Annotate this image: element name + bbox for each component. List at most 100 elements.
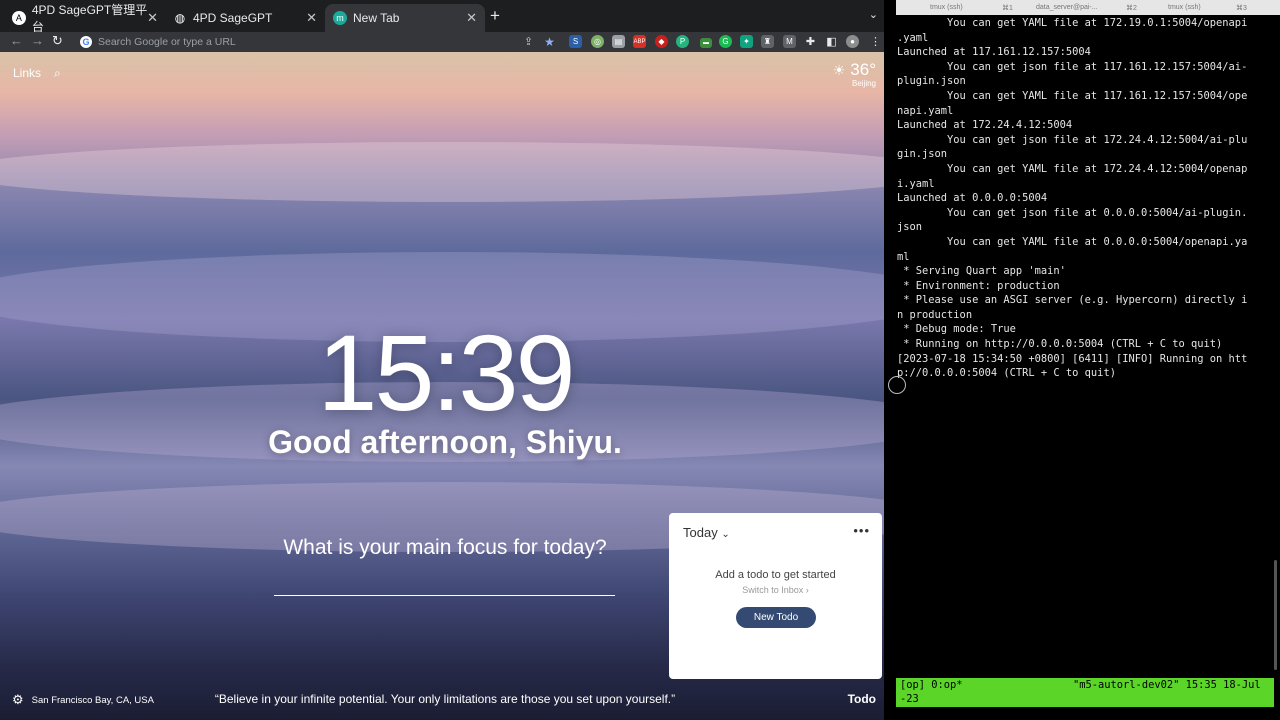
terminal-scrollbar[interactable] [1274,560,1277,670]
terminal-tab-3[interactable]: tmux (ssh) [1168,4,1201,11]
chrome-menu-icon[interactable]: ⋮ [869,35,882,48]
terminal-line: * Serving Quart app 'main' [897,265,1066,278]
tmux-status-bar: [op] 0:op* "m5-autorl-dev02" 15:35 18-Ju… [896,678,1274,707]
extension-m-icon[interactable]: M [783,35,796,48]
profile-avatar-icon[interactable]: ● [846,35,859,48]
puzzle-extensions-icon[interactable]: ✚ [804,35,817,48]
tab-search-chevron-icon[interactable]: ⌄ [869,8,878,21]
close-tab-icon[interactable]: ✕ [306,10,317,26]
terminal-line: You can get json file at 172.24.4.12:500… [897,133,1248,146]
terminal-line: * Environment: production [897,279,1060,292]
todo-list-selector[interactable]: Today ⌄ [683,525,730,540]
links-button[interactable]: Links [13,66,41,80]
daily-quote: “Believe in your infinite potential. You… [214,692,676,706]
terminal-line: * Please use an ASGI server (e.g. Hyperc… [897,294,1248,307]
tab-shortcut: ⌘3 [1236,5,1247,12]
tab-title: New Tab [353,11,400,25]
terminal-line: You can get json file at 117.161.12.157:… [897,60,1248,73]
tmux-session: [op] 0:op* [900,679,963,691]
terminal-line: You can get YAML file at 172.19.0.1:5004… [897,17,1248,29]
terminal-line: You can get YAML file at 0.0.0.0:5004/op… [897,235,1248,248]
extension-s-icon[interactable]: S [569,35,582,48]
extension-green-badge-icon[interactable]: ▬ [700,38,712,48]
terminal-line: Launched at 172.24.4.12:5004 [897,119,1073,132]
terminal-line: gin.json [897,148,948,161]
todo-toggle-link[interactable]: Todo [848,692,876,706]
weather-city: Beijing [851,79,876,88]
google-icon: G [80,36,92,48]
weather-temp: 36° [850,60,876,79]
omnibox[interactable]: G Search Google or type a URL [72,33,542,51]
adblock-icon[interactable]: ABP [633,35,646,48]
momentum-icon: m [333,11,347,25]
new-tab-button[interactable]: + [490,6,500,26]
terminal-output: You can get YAML file at 172.19.0.1:5004… [897,16,1277,381]
share-icon[interactable]: ⇪ [522,35,535,48]
new-tab-page: Links ⌕ ☀ 36° Beijing 15:39 Good afternoo… [0,52,884,720]
tab-sagegpt[interactable]: ◍ 4PD SageGPT ✕ [165,4,325,32]
switch-to-inbox-link[interactable]: Switch to Inbox › [669,585,882,595]
sagegpt-logo-icon: A [12,11,26,25]
terminal-line: n production [897,308,973,321]
reload-icon[interactable]: ↻ [52,33,63,49]
terminal-line: .yaml [897,31,929,44]
terminal-tab-2[interactable]: data_server@pai-... [1036,4,1098,11]
back-icon[interactable]: ← [10,33,23,48]
extension-g-icon[interactable]: G [719,35,732,48]
mouse-cursor [888,376,906,394]
extension-bookmark-icon[interactable]: ♜ [761,35,774,48]
terminal-line: plugin.json [897,75,966,88]
switch-link-label: Switch to Inbox [742,585,804,595]
tab-sagegpt-admin[interactable]: A 4PD SageGPT管理平台 ✕ [4,3,166,34]
forward-icon[interactable]: → [31,33,44,48]
terminal-line: p://0.0.0.0:5004 (CTRL + C to quit) [897,367,1116,380]
terminal-line: You can get json file at 0.0.0.0:5004/ai… [897,206,1248,219]
sun-icon: ☀ [832,62,846,78]
extension-doc-icon[interactable]: ▤ [612,35,625,48]
side-panel-icon[interactable]: ◧ [825,35,838,48]
tab-shortcut: ⌘2 [1126,5,1137,12]
terminal-line: * Debug mode: True [897,323,1016,336]
todo-empty-message: Add a todo to get started [715,569,836,581]
terminal-line: You can get YAML file at 172.24.4.12:500… [897,162,1248,175]
weather-widget[interactable]: ☀ 36° Beijing [833,60,876,88]
terminal-line: i.yaml [897,177,935,190]
omnibox-placeholder: Search Google or type a URL [98,36,236,48]
terminal-line: napi.yaml [897,104,954,117]
tab-title: 4PD SageGPT [193,11,273,25]
new-todo-button[interactable]: New Todo [736,607,816,628]
tmux-date-year: -23 [900,693,919,705]
tab-shortcut: ⌘1 [1002,5,1013,12]
extension-red-icon[interactable]: ◆ [655,35,668,48]
terminal-line: [2023-07-18 15:34:50 +0800] [6411] [INFO… [897,352,1248,365]
tab-bar: A 4PD SageGPT管理平台 ✕ ◍ 4PD SageGPT ✕ m Ne… [0,0,884,34]
terminal-line: Launched at 117.161.12.157:5004 [897,46,1091,59]
chrome-window: A 4PD SageGPT管理平台 ✕ ◍ 4PD SageGPT ✕ m Ne… [0,0,884,720]
terminal-tab-1[interactable]: tmux (ssh) [930,4,963,11]
extension-chatgpt-icon[interactable]: ✦ [740,35,753,48]
tab-title: 4PD SageGPT管理平台 [31,3,148,34]
terminal-tab-bar: tmux (ssh) ⌘1 data_server@pai-... ⌘2 tmu… [896,0,1280,15]
chevron-down-icon: ⌄ [721,529,730,540]
toolbar: ← → ↻ G Search Google or type a URL ⇪ ★ … [0,32,884,52]
more-options-icon[interactable]: ••• [853,523,870,538]
close-tab-icon[interactable]: ✕ [466,10,477,26]
terminal-window[interactable]: tmux (ssh) ⌘1 data_server@pai-... ⌘2 tmu… [884,0,1280,720]
search-icon[interactable]: ⌕ [54,66,61,81]
tab-new-tab[interactable]: m New Tab ✕ [325,4,485,32]
chevron-right-icon: › [805,585,809,595]
tmux-host-time: "m5-autorl-dev02" 15:35 18-Jul [1073,679,1261,691]
background-mist [0,142,884,202]
extension-o-icon[interactable]: ◎ [591,35,604,48]
greeting: Good afternoon, Shiyu. [268,424,622,460]
terminal-line: json [897,221,923,234]
close-tab-icon[interactable]: ✕ [147,10,158,26]
focus-input[interactable] [274,595,615,596]
todo-panel: Today ⌄ ••• Add a todo to get started Sw… [669,513,882,679]
extension-p-icon[interactable]: P [676,35,689,48]
terminal-line: ml [897,250,910,263]
terminal-line: You can get YAML file at 117.161.12.157:… [897,89,1248,102]
bookmark-star-icon[interactable]: ★ [543,35,556,49]
clock: 15:39 [317,312,575,433]
globe-icon: ◍ [174,11,186,25]
